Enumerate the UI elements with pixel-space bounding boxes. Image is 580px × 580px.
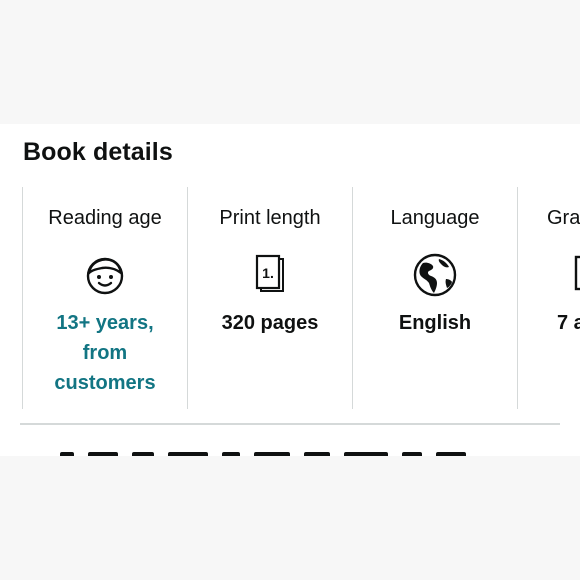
book-details-panel: Book details Reading age 13+ years, from… (0, 124, 580, 456)
detail-value: 320 pages (221, 312, 319, 334)
globe-icon (412, 252, 458, 298)
detail-card-print-length: Print length 1. 320 pages (187, 187, 352, 409)
top-blank-area (0, 0, 580, 124)
pages-icon-number: 1. (262, 265, 274, 281)
book-details-carousel: Reading age 13+ years, from customers Pr… (22, 187, 580, 409)
detail-value: 7 a (557, 312, 580, 334)
detail-label: Gra (547, 207, 580, 229)
detail-label: Print length (219, 207, 321, 229)
child-face-icon (82, 252, 128, 298)
grade-icon (556, 252, 580, 298)
detail-label: Language (390, 207, 480, 229)
detail-card-reading-age: Reading age 13+ years, from customers (22, 187, 187, 409)
section-divider (20, 423, 560, 425)
section-title: Book details (23, 138, 173, 166)
detail-card-language: Language English (352, 187, 517, 409)
pages-icon: 1. (247, 252, 293, 298)
detail-card-grade: Gra 7 a (517, 187, 580, 409)
detail-label: Reading age (48, 207, 162, 229)
detail-value: English (398, 312, 472, 334)
detail-value-link[interactable]: 13+ years, from customers (35, 308, 175, 398)
bottom-blank-area (0, 456, 580, 580)
